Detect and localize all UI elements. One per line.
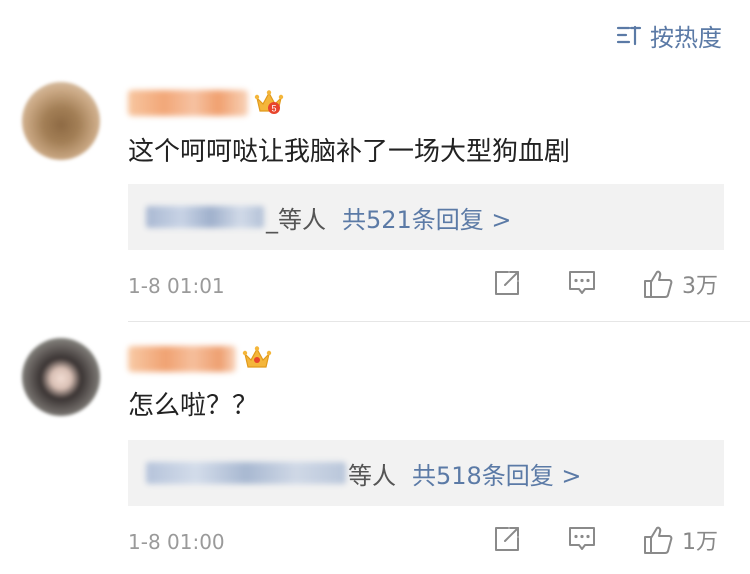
reply-users-suffix: _等人 — [266, 205, 326, 234]
comment-text: 怎么啦？？ — [128, 391, 259, 421]
comment-text: 这个呵呵哒让我脑补了一场大型狗血剧 — [128, 137, 571, 167]
replies-preview[interactable]: 等人 共518条回复 > — [128, 440, 724, 506]
like-count: 3万 — [682, 274, 718, 299]
reply-users-blurred — [146, 462, 346, 484]
reply-count-link[interactable]: 共521条回复 > — [342, 200, 512, 235]
like-button[interactable]: 3万 — [642, 268, 718, 300]
crown-icon: 5 — [254, 89, 284, 117]
share-button[interactable] — [492, 268, 522, 298]
share-icon — [492, 268, 522, 298]
replies-preview[interactable]: _等人 共521条回复 > — [128, 184, 724, 250]
comment-icon — [567, 268, 597, 298]
share-button[interactable] — [492, 524, 522, 554]
comment-time: 1-8 01:01 — [128, 274, 225, 298]
reply-button[interactable] — [567, 524, 597, 554]
sort-label: 按热度 — [650, 23, 722, 52]
user-avatar[interactable] — [22, 82, 100, 160]
sort-by-hot-button[interactable]: 按热度 — [616, 18, 722, 52]
comment-time: 1-8 01:00 — [128, 530, 225, 554]
username-row: 5 — [128, 86, 284, 120]
reply-count-link[interactable]: 共518条回复 > — [412, 456, 582, 491]
svg-text:5: 5 — [271, 104, 276, 114]
username-row — [128, 342, 272, 376]
username-blurred[interactable] — [128, 90, 248, 116]
username-blurred[interactable] — [128, 346, 236, 372]
reply-users-blurred — [146, 206, 264, 228]
reply-button[interactable] — [567, 268, 597, 298]
user-avatar[interactable] — [22, 338, 100, 416]
crown-icon — [242, 345, 272, 373]
share-icon — [492, 524, 522, 554]
like-button[interactable]: 1万 — [642, 524, 718, 556]
like-count: 1万 — [682, 530, 718, 555]
thumbs-up-icon — [642, 524, 674, 556]
divider — [128, 321, 750, 322]
comment-item: 5 这个呵呵哒让我脑补了一场大型狗血剧 _等人 共521条回复 > 1-8 01… — [0, 78, 750, 324]
reply-users-suffix: 等人 — [348, 461, 396, 490]
thumbs-up-icon — [642, 268, 674, 300]
comment-item: 怎么啦？？ 等人 共518条回复 > 1-8 01:00 1万 — [0, 334, 750, 574]
comment-icon — [567, 524, 597, 554]
sort-icon — [616, 23, 642, 47]
